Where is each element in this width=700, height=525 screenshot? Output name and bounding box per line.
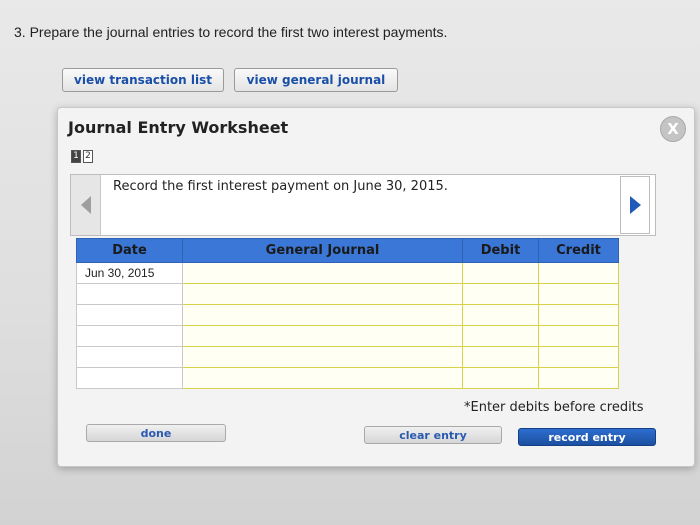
date-column-header: Date (76, 238, 183, 263)
table-row (76, 367, 619, 389)
account-input[interactable] (182, 283, 463, 305)
close-icon[interactable]: X (660, 116, 686, 142)
general-journal-column-header: General Journal (182, 238, 463, 263)
date-cell (76, 325, 183, 347)
date-cell (76, 304, 183, 326)
date-cell (76, 283, 183, 305)
journal-entry-worksheet: Journal Entry Worksheet X 1 2 Record the… (57, 107, 695, 467)
record-entry-button[interactable]: record entry (518, 428, 656, 446)
debit-input[interactable] (462, 367, 539, 389)
debit-column-header: Debit (462, 238, 539, 263)
page-2-tab[interactable]: 2 (83, 150, 93, 163)
table-row (76, 346, 619, 368)
credit-input[interactable] (538, 367, 619, 389)
debit-input[interactable] (462, 262, 539, 284)
credit-column-header: Credit (538, 238, 619, 263)
credit-input[interactable] (538, 346, 619, 368)
account-input[interactable] (182, 304, 463, 326)
clear-entry-button[interactable]: clear entry (364, 426, 502, 444)
debit-input[interactable] (462, 325, 539, 347)
debit-input[interactable] (462, 283, 539, 305)
credit-input[interactable] (538, 283, 619, 305)
question-text: 3. Prepare the journal entries to record… (14, 24, 448, 40)
debit-input[interactable] (462, 304, 539, 326)
instruction-panel: Record the first interest payment on Jun… (70, 174, 656, 236)
done-button[interactable]: done (86, 424, 226, 442)
account-input[interactable] (182, 367, 463, 389)
date-cell (76, 346, 183, 368)
instruction-text: Record the first interest payment on Jun… (113, 179, 448, 194)
view-general-journal-button[interactable]: view general journal (234, 68, 398, 92)
credit-input[interactable] (538, 304, 619, 326)
date-cell (76, 367, 183, 389)
debits-before-credits-hint: *Enter debits before credits (464, 400, 644, 415)
view-transaction-list-button[interactable]: view transaction list (62, 68, 224, 92)
table-row (76, 325, 619, 347)
worksheet-title: Journal Entry Worksheet (68, 118, 289, 137)
table-header-row: Date General Journal Debit Credit (76, 238, 619, 263)
table-row (76, 283, 619, 305)
table-row: Jun 30, 2015 (76, 262, 619, 284)
page-1-tab[interactable]: 1 (71, 150, 81, 163)
table-row (76, 304, 619, 326)
previous-arrow-icon[interactable] (71, 175, 101, 235)
date-cell: Jun 30, 2015 (76, 262, 183, 284)
account-input[interactable] (182, 325, 463, 347)
credit-input[interactable] (538, 262, 619, 284)
credit-input[interactable] (538, 325, 619, 347)
account-input[interactable] (182, 262, 463, 284)
journal-table: Date General Journal Debit Credit Jun 30… (76, 238, 619, 389)
debit-input[interactable] (462, 346, 539, 368)
next-arrow-icon[interactable] (620, 176, 650, 234)
account-input[interactable] (182, 346, 463, 368)
page-indicator: 1 2 (71, 150, 93, 163)
